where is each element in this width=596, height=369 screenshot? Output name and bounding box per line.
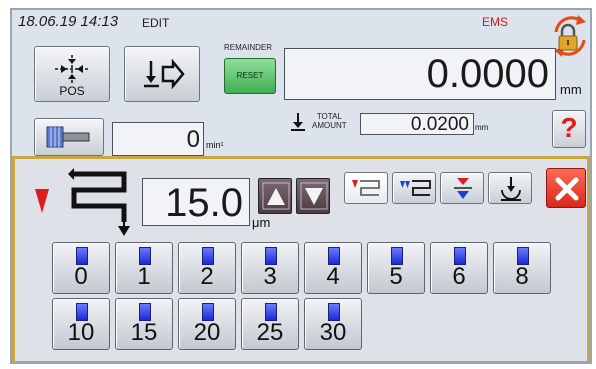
preset-key[interactable]: 6 bbox=[430, 242, 488, 294]
preset-key[interactable]: 8 bbox=[493, 242, 551, 294]
preset-key-label: 1 bbox=[137, 263, 151, 290]
mode-single-infeed-button[interactable] bbox=[344, 172, 388, 204]
close-popup-button[interactable] bbox=[546, 168, 586, 208]
infeed-step-icon bbox=[68, 168, 130, 236]
mode-dual-direction-button[interactable] bbox=[440, 172, 484, 204]
lock-icon[interactable] bbox=[550, 14, 590, 58]
arrow-up-icon bbox=[262, 182, 290, 210]
preset-key[interactable]: 1 bbox=[115, 242, 173, 294]
pos-button[interactable]: POS bbox=[34, 46, 110, 102]
preset-key-label: 8 bbox=[515, 263, 529, 290]
preset-key[interactable]: 4 bbox=[304, 242, 362, 294]
preset-key[interactable]: 25 bbox=[241, 298, 299, 350]
active-indicator-icon bbox=[35, 189, 49, 213]
single-infeed-icon bbox=[352, 180, 380, 196]
mode-label: EDIT bbox=[142, 16, 170, 30]
close-icon bbox=[555, 177, 579, 201]
reset-button-label: RESET bbox=[236, 71, 264, 80]
preset-key-label: 25 bbox=[256, 319, 284, 346]
preset-key-label: 30 bbox=[319, 319, 347, 346]
remainder-label: REMAINDER bbox=[224, 43, 273, 52]
pos-button-label: POS bbox=[59, 84, 85, 98]
preset-key-label: 20 bbox=[193, 319, 221, 346]
increment-button[interactable] bbox=[258, 178, 292, 214]
total-amount-unit: mm bbox=[475, 123, 489, 132]
ems-label: EMS bbox=[482, 15, 509, 29]
machine-screen: 18.06.19 14:13 EDIT EMS POS REMAINDER RE… bbox=[10, 8, 592, 364]
preset-key-label: 5 bbox=[389, 263, 403, 290]
spindle-button[interactable] bbox=[34, 118, 104, 156]
preset-key-label: 10 bbox=[67, 319, 95, 346]
reset-button[interactable]: RESET bbox=[224, 58, 276, 94]
spark-out-icon bbox=[501, 177, 521, 201]
arrow-down-icon bbox=[300, 182, 328, 210]
preset-key[interactable]: 20 bbox=[178, 298, 236, 350]
infeed-value-display: 15.0 bbox=[142, 178, 250, 226]
preset-key[interactable]: 10 bbox=[52, 298, 110, 350]
remainder-unit: mm bbox=[560, 82, 582, 97]
goto-arrow-icon bbox=[144, 59, 185, 89]
preset-key[interactable]: 2 bbox=[178, 242, 236, 294]
infeed-value-unit: μm bbox=[252, 215, 271, 230]
preset-key[interactable]: 15 bbox=[115, 298, 173, 350]
preset-key-label: 2 bbox=[200, 263, 214, 290]
remainder-display: 0.0000 bbox=[284, 48, 556, 100]
spindle-rpm-display: 0 bbox=[112, 122, 204, 156]
preset-key-label: 6 bbox=[452, 263, 466, 290]
double-infeed-icon bbox=[400, 180, 431, 196]
spindle-icon bbox=[46, 126, 90, 148]
decrement-button[interactable] bbox=[296, 178, 330, 214]
spindle-rpm-unit: min¹ bbox=[206, 140, 224, 150]
total-amount-label: TOTAL AMOUNT bbox=[312, 112, 347, 130]
help-icon: ? bbox=[560, 112, 578, 143]
crosshair-icon bbox=[55, 55, 89, 83]
feed-down-icon bbox=[291, 113, 305, 131]
preset-key[interactable]: 5 bbox=[367, 242, 425, 294]
goto-position-button[interactable] bbox=[124, 46, 200, 102]
preset-key-label: 0 bbox=[74, 263, 88, 290]
datetime-label: 18.06.19 14:13 bbox=[18, 13, 119, 30]
dual-direction-icon bbox=[454, 178, 472, 199]
preset-key-label: 4 bbox=[326, 263, 340, 290]
preset-key-label: 15 bbox=[130, 319, 158, 346]
preset-key[interactable]: 30 bbox=[304, 298, 362, 350]
total-amount-display: 0.0200 bbox=[360, 113, 474, 135]
mode-spark-out-button[interactable] bbox=[488, 172, 532, 204]
mode-double-infeed-button[interactable] bbox=[392, 172, 436, 204]
header-bar: 18.06.19 14:13 EDIT EMS bbox=[12, 10, 590, 57]
preset-key[interactable]: 3 bbox=[241, 242, 299, 294]
help-button[interactable]: ? bbox=[552, 110, 586, 148]
preset-key[interactable]: 0 bbox=[52, 242, 110, 294]
preset-key-label: 3 bbox=[263, 263, 277, 290]
